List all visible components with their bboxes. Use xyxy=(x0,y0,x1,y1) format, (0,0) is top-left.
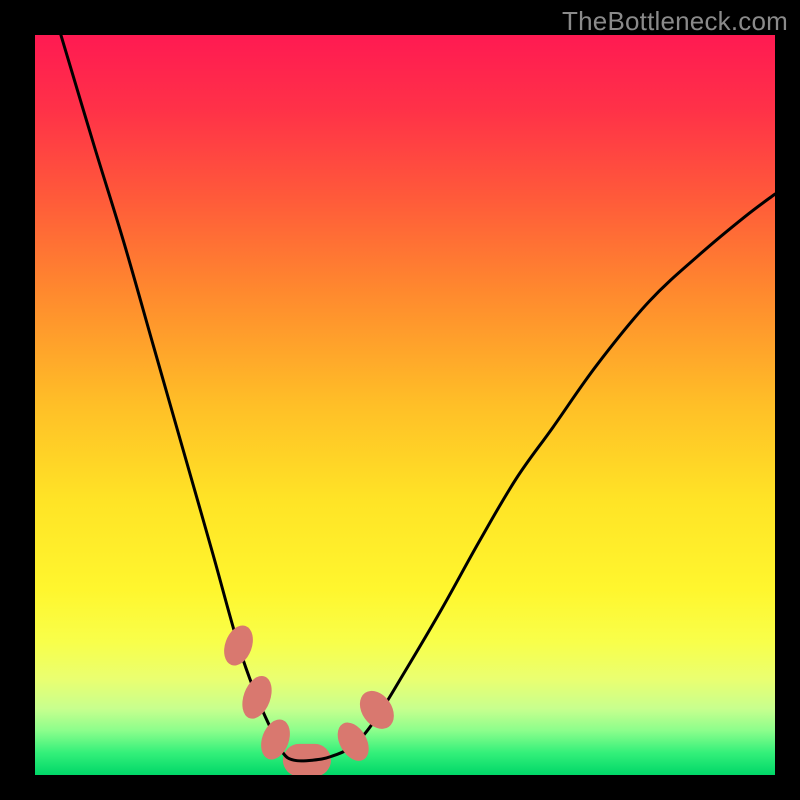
plot-area xyxy=(35,35,775,775)
watermark-text: TheBottleneck.com xyxy=(562,6,788,37)
curve-marker xyxy=(219,621,258,669)
bottleneck-curve xyxy=(61,35,775,761)
curve-marker xyxy=(237,672,277,723)
curve-marker xyxy=(331,717,375,766)
chart-frame: TheBottleneck.com xyxy=(0,0,800,800)
curve-layer xyxy=(35,35,775,775)
